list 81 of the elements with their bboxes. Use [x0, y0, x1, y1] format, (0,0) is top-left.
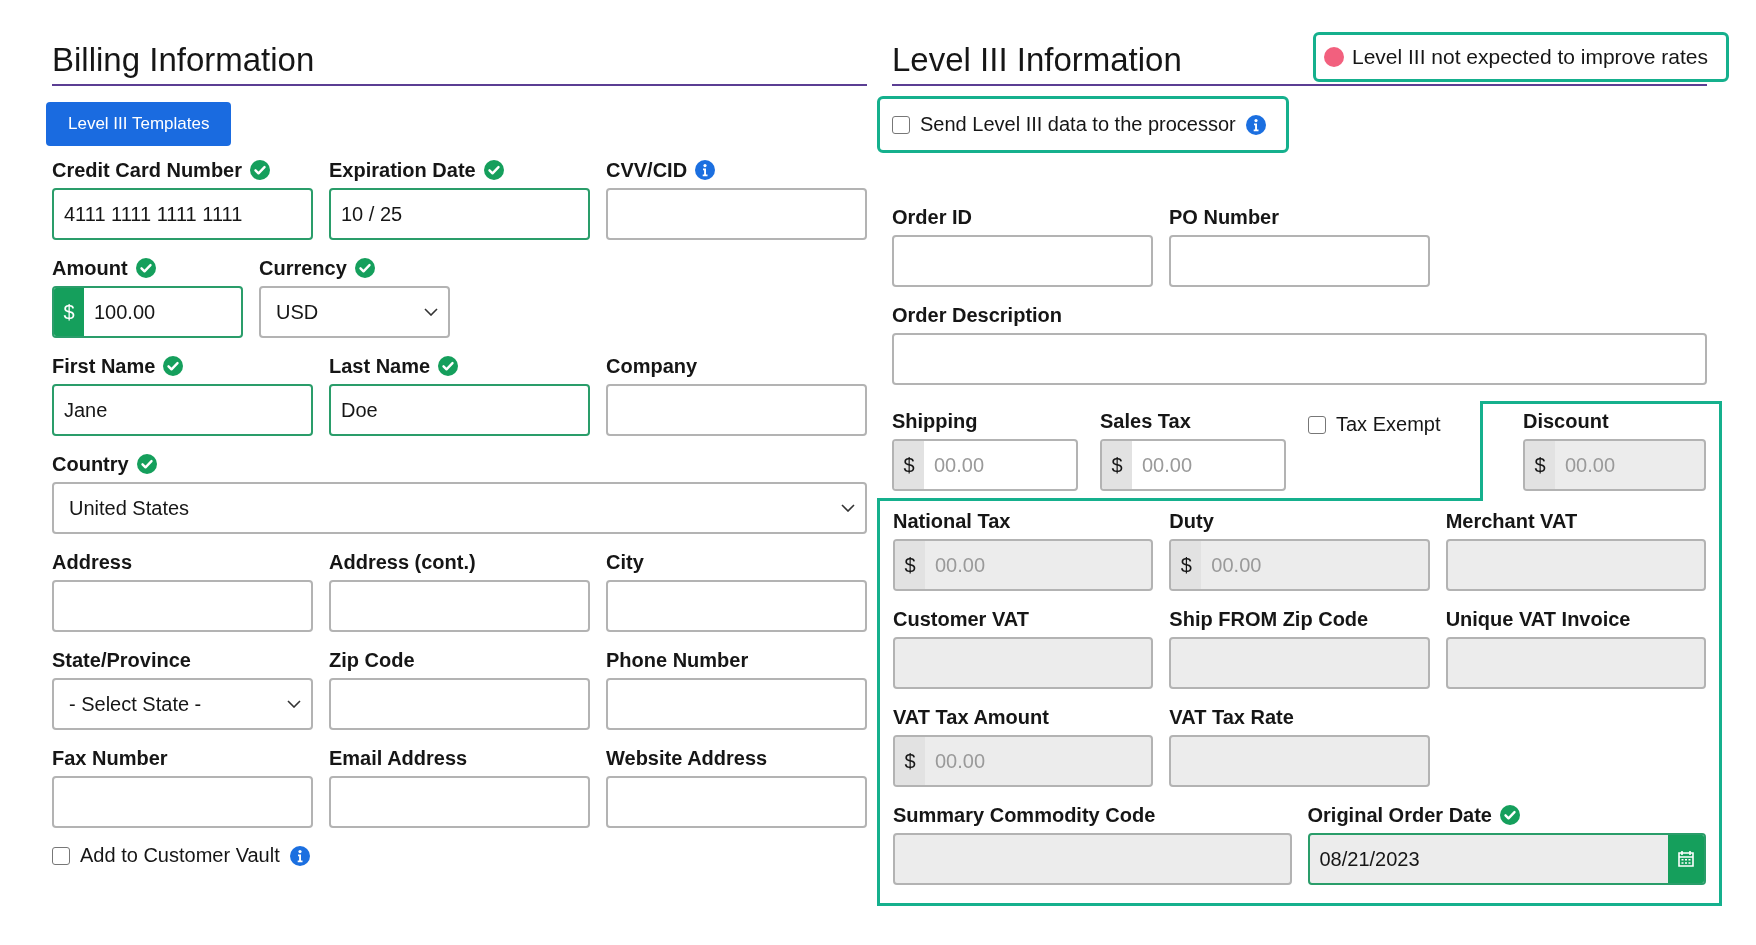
text-field[interactable]: Jane [52, 384, 313, 436]
field-label: Phone Number [606, 648, 749, 672]
field-label: First Name [52, 354, 156, 378]
dropdown[interactable]: USD [259, 286, 450, 338]
text-field[interactable] [606, 580, 867, 632]
field-label: Unique VAT Invoice [1445, 607, 1631, 631]
text-field[interactable] [892, 333, 1707, 385]
text-field[interactable] [606, 188, 867, 240]
field-label: Duty [1169, 509, 1214, 533]
field-label: Company [606, 354, 698, 378]
field-label: Country [52, 452, 129, 476]
field-label: State/Province [52, 648, 191, 672]
dollar-prefix: $ [895, 541, 925, 589]
text-field[interactable] [329, 678, 590, 730]
dollar-prefix: $ [894, 441, 924, 489]
dollar-prefix: $ [1171, 541, 1202, 589]
text-field[interactable]: 4111 1111 1111 1111 [52, 188, 313, 240]
amount-field[interactable]: $ 100.00 [52, 286, 243, 338]
text-field[interactable] [329, 776, 590, 828]
field-label: Discount [1523, 409, 1609, 433]
text-field[interactable]: 10 / 25 [329, 188, 590, 240]
chevron-down-icon [287, 700, 301, 708]
field-label: Address (cont.) [329, 550, 476, 574]
checkbox[interactable] [1308, 415, 1326, 434]
field-label: National Tax [893, 509, 1011, 533]
field-label: City [606, 550, 644, 574]
field-label: Merchant VAT [1445, 509, 1578, 533]
field-label: Zip Code [329, 648, 415, 672]
field-label: Last Name [329, 354, 431, 378]
field-label: VAT Tax Rate [1169, 705, 1294, 729]
section-heading: Billing Information [52, 30, 867, 86]
field-label: CVV/CID [606, 158, 688, 182]
checkbox[interactable] [892, 115, 910, 134]
field-label: Amount [52, 256, 128, 280]
info-icon[interactable] [695, 160, 716, 180]
dollar-prefix: $ [54, 288, 84, 336]
section-heading: Level III Information [892, 40, 1182, 80]
text-field[interactable]: Doe [329, 384, 590, 436]
field-label: Sales Tax [1100, 409, 1191, 433]
checkbox[interactable] [52, 846, 70, 865]
chevron-down-icon [841, 504, 855, 512]
info-icon[interactable] [289, 845, 310, 866]
text-field[interactable] [329, 580, 590, 632]
field-label: Website Address [606, 746, 768, 770]
checkbox-label: Add to Customer Vault [80, 844, 280, 867]
amount-field[interactable]: $ 00.00 [1100, 439, 1286, 491]
calendar-icon [1676, 849, 1696, 869]
checkbox-label: Tax Exempt [1336, 413, 1441, 436]
field-label: Expiration Date [329, 158, 476, 182]
text-field[interactable] [52, 580, 313, 632]
dollar-prefix: $ [895, 737, 925, 785]
text-field[interactable] [606, 384, 867, 436]
dollar-prefix: $ [1102, 441, 1132, 489]
chevron-down-icon [424, 308, 438, 316]
amount-field[interactable]: $ 00.00 [892, 439, 1078, 491]
templates-button[interactable]: Level III Templates [46, 102, 232, 146]
notice-text: Level III not expected to improve rates [1351, 45, 1708, 69]
dropdown[interactable]: - Select State - [52, 678, 313, 730]
info-icon[interactable] [1245, 114, 1266, 135]
text-field[interactable] [1169, 235, 1430, 287]
text-field[interactable] [52, 776, 313, 828]
checkbox-label: Send Level III data to the processor [920, 113, 1236, 136]
field-label: PO Number [1169, 205, 1280, 229]
field-label: Summary Commodity Code [893, 803, 1156, 827]
field-label: VAT Tax Amount [893, 705, 1049, 729]
field-label: Order Description [892, 303, 1063, 327]
field-label: Email Address [329, 746, 468, 770]
field-label: Original Order Date [1307, 803, 1492, 827]
field-label: Ship FROM Zip Code [1169, 607, 1369, 631]
field-label: Credit Card Number [52, 158, 243, 182]
text-field[interactable] [892, 235, 1153, 287]
text-field[interactable] [606, 678, 867, 730]
field-label: Order ID [892, 205, 973, 229]
text-field[interactable] [606, 776, 867, 828]
dropdown[interactable]: United States [52, 482, 867, 534]
field-label: Shipping [892, 409, 978, 433]
field-label: Currency [259, 256, 347, 280]
field-label: Customer VAT [893, 607, 1029, 631]
field-label: Address [52, 550, 133, 574]
dollar-prefix: $ [1525, 441, 1555, 489]
field-label: Fax Number [52, 746, 168, 770]
